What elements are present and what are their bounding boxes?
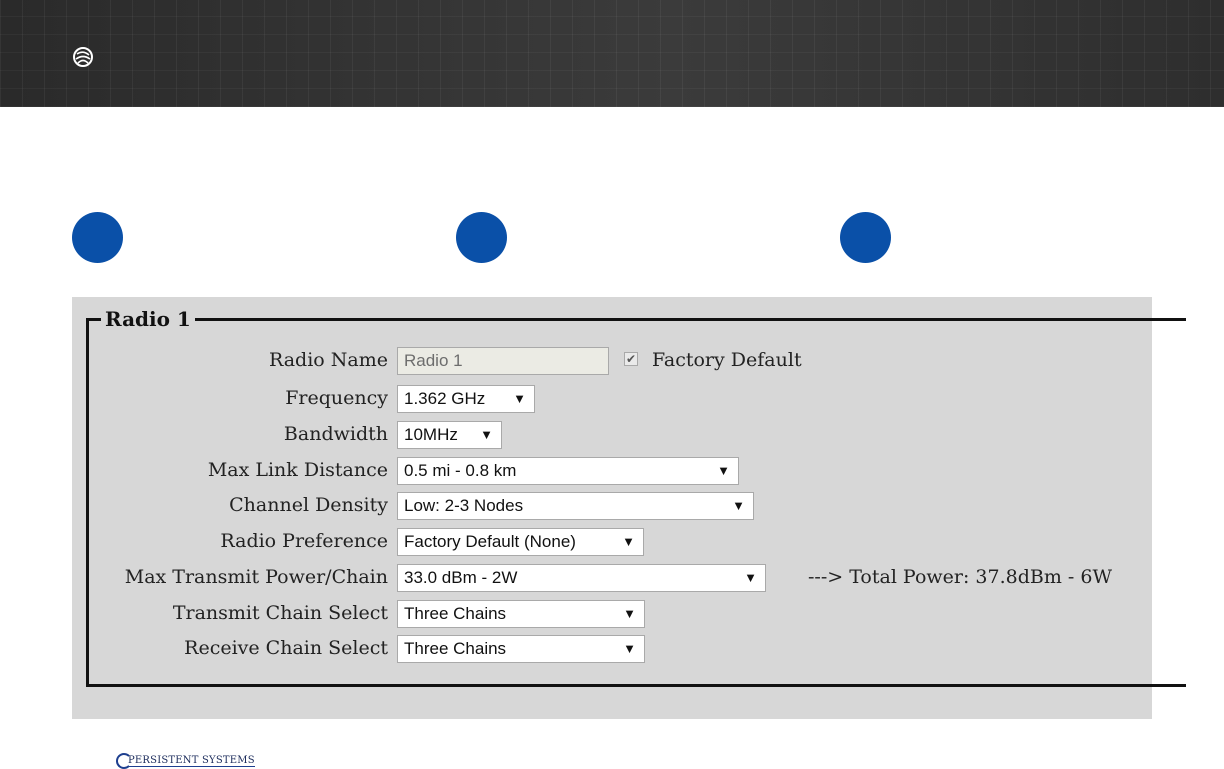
chevron-down-icon: ▼ (513, 391, 526, 406)
transmit-chain-select[interactable]: Three Chains ▼ (397, 600, 645, 628)
chevron-down-icon: ▼ (717, 463, 730, 478)
radio-preference-select[interactable]: Factory Default (None) ▼ (397, 528, 644, 556)
frequency-select[interactable]: 1.362 GHz ▼ (397, 385, 535, 413)
max-transmit-power-select[interactable]: 33.0 dBm - 2W ▼ (397, 564, 766, 592)
row-transmit-chain: Transmit Chain Select Three Chains ▼ (72, 598, 1152, 630)
row-channel-density: Channel Density Low: 2-3 Nodes ▼ (72, 490, 1152, 522)
radio-preference-value: Factory Default (None) (404, 532, 576, 551)
step-circle-2 (456, 212, 507, 263)
transmit-chain-value: Three Chains (404, 604, 507, 623)
total-power-text: ---> Total Power: 37.8dBm - 6W (808, 566, 1112, 588)
row-max-transmit-power: Max Transmit Power/Chain 33.0 dBm - 2W ▼… (72, 562, 1152, 594)
header-banner (0, 0, 1224, 107)
channel-density-select[interactable]: Low: 2-3 Nodes ▼ (397, 492, 754, 520)
channel-density-value: Low: 2-3 Nodes (404, 496, 524, 515)
chevron-down-icon: ▼ (744, 570, 757, 585)
radio-legend: Radio 1 (105, 307, 191, 331)
persistent-systems-logo-icon (73, 47, 93, 67)
receive-chain-label: Receive Chain Select (184, 637, 388, 659)
row-radio-preference: Radio Preference Factory Default (None) … (72, 526, 1152, 558)
radio-name-label: Radio Name (268, 349, 388, 371)
footer-brand-text: PERSISTENT SYSTEMS (128, 755, 255, 767)
receive-chain-select[interactable]: Three Chains ▼ (397, 635, 645, 663)
max-transmit-power-value: 33.0 dBm - 2W (404, 568, 518, 587)
bandwidth-select[interactable]: 10MHz ▼ (397, 421, 502, 449)
row-frequency: Frequency 1.362 GHz ▼ (72, 383, 1152, 415)
factory-default-label: Factory Default (652, 349, 802, 371)
row-max-link-distance: Max Link Distance 0.5 mi - 0.8 km ▼ (72, 455, 1152, 487)
max-transmit-power-label: Max Transmit Power/Chain (124, 566, 388, 588)
step-circle-3 (840, 212, 891, 263)
header-texture (0, 0, 1224, 107)
chevron-down-icon: ▼ (480, 427, 493, 442)
factory-default-checkbox[interactable]: ✔ (624, 352, 638, 366)
bandwidth-value: 10MHz (404, 425, 458, 444)
radio-settings-panel: Radio 1 Radio Name Radio 1 ✔ Factory Def… (72, 297, 1186, 719)
chevron-down-icon: ▼ (622, 534, 635, 549)
receive-chain-value: Three Chains (404, 639, 507, 658)
radio-preference-label: Radio Preference (220, 530, 388, 552)
max-link-distance-select[interactable]: 0.5 mi - 0.8 km ▼ (397, 457, 739, 485)
chevron-down-icon: ▼ (623, 641, 636, 656)
frequency-label: Frequency (285, 387, 388, 409)
max-link-distance-value: 0.5 mi - 0.8 km (404, 461, 517, 480)
row-receive-chain: Receive Chain Select Three Chains ▼ (72, 633, 1152, 665)
row-bandwidth: Bandwidth 10MHz ▼ (72, 419, 1152, 451)
transmit-chain-label: Transmit Chain Select (172, 602, 388, 624)
bandwidth-label: Bandwidth (283, 423, 388, 445)
step-circle-1 (72, 212, 123, 263)
row-radio-name: Radio Name Radio 1 ✔ Factory Default (72, 345, 1152, 377)
max-link-distance-label: Max Link Distance (207, 459, 388, 481)
channel-density-label: Channel Density (229, 494, 388, 516)
frequency-value: 1.362 GHz (404, 389, 486, 408)
chevron-down-icon: ▼ (732, 498, 745, 513)
chevron-down-icon: ▼ (623, 606, 636, 621)
footer-logo: PERSISTENT SYSTEMS (116, 753, 255, 769)
radio-name-input[interactable]: Radio 1 (397, 347, 609, 375)
